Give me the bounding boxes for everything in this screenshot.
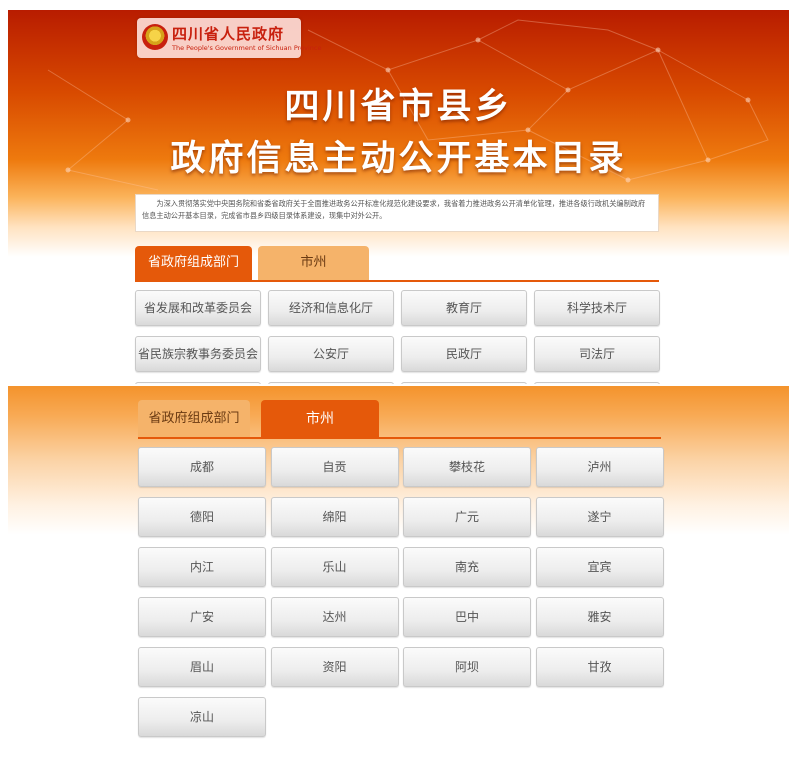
city-button[interactable]: 德阳 [138, 497, 266, 537]
city-button[interactable]: 宜宾 [535, 547, 664, 587]
department-button-partial[interactable] [401, 382, 527, 384]
department-button[interactable]: 经济和信息化厅 [268, 290, 394, 326]
logo-subtitle: The People's Government of Sichuan Provi… [172, 44, 322, 52]
tab-cities-2[interactable]: 市州 [261, 400, 379, 438]
city-button[interactable]: 内江 [138, 547, 266, 587]
header-panel: 四川省人民政府 The People's Government of Sichu… [8, 10, 789, 384]
cities-panel: 省政府组成部门 市州 成都 自贡 攀枝花 泸州德阳 绵阳 广元 遂宁内江 乐山 南充 宜宾广安 达州… [8, 386, 789, 758]
department-button[interactable]: 省发展和改革委员会 [135, 290, 261, 326]
department-button[interactable]: 科学技术厅 [534, 290, 660, 326]
city-button[interactable]: 资阳 [270, 647, 399, 687]
department-button-partial[interactable] [268, 382, 394, 384]
city-button[interactable]: 成都 [138, 447, 266, 487]
city-button[interactable]: 眉山 [138, 647, 266, 687]
tab-underline [135, 280, 659, 282]
department-button[interactable]: 司法厅 [534, 336, 660, 372]
logo-title: 四川省人民政府 [172, 25, 285, 43]
department-button[interactable]: 省民族宗教事务委员会 [135, 336, 261, 372]
city-button[interactable]: 南充 [403, 547, 531, 587]
city-button[interactable]: 自贡 [270, 447, 399, 487]
city-button[interactable]: 巴中 [403, 597, 531, 637]
city-button[interactable]: 甘孜 [535, 647, 664, 687]
tab-cities[interactable]: 市州 [258, 246, 369, 280]
city-button[interactable]: 达州 [270, 597, 399, 637]
department-button[interactable]: 公安厅 [268, 336, 394, 372]
tab-underline-2 [138, 437, 661, 439]
city-button[interactable]: 广元 [403, 497, 531, 537]
city-button[interactable]: 阿坝 [403, 647, 531, 687]
city-button[interactable]: 凉山 [138, 697, 266, 737]
department-button-partial[interactable] [534, 382, 660, 384]
national-emblem-icon [142, 24, 168, 50]
site-logo[interactable]: 四川省人民政府 The People's Government of Sichu… [137, 18, 322, 58]
city-button[interactable]: 泸州 [535, 447, 664, 487]
department-button[interactable]: 民政厅 [401, 336, 527, 372]
city-button[interactable]: 广安 [138, 597, 266, 637]
intro-text: 为深入贯彻落实党中央国务院和省委省政府关于全面推进政务公开标准化规范化建设要求，… [135, 194, 659, 232]
city-button[interactable]: 雅安 [535, 597, 664, 637]
hero-title-line1: 四川省市县乡 [284, 87, 513, 127]
city-button[interactable]: 攀枝花 [403, 447, 531, 487]
hero-title-line2: 政府信息主动公开基本目录 [170, 139, 627, 179]
city-button[interactable]: 遂宁 [535, 497, 664, 537]
tab-departments[interactable]: 省政府组成部门 [135, 246, 252, 280]
department-button[interactable]: 教育厅 [401, 290, 527, 326]
city-button[interactable]: 绵阳 [270, 497, 399, 537]
department-button-partial[interactable] [135, 382, 261, 384]
city-button[interactable]: 乐山 [270, 547, 399, 587]
tab-departments-2[interactable]: 省政府组成部门 [138, 400, 250, 438]
